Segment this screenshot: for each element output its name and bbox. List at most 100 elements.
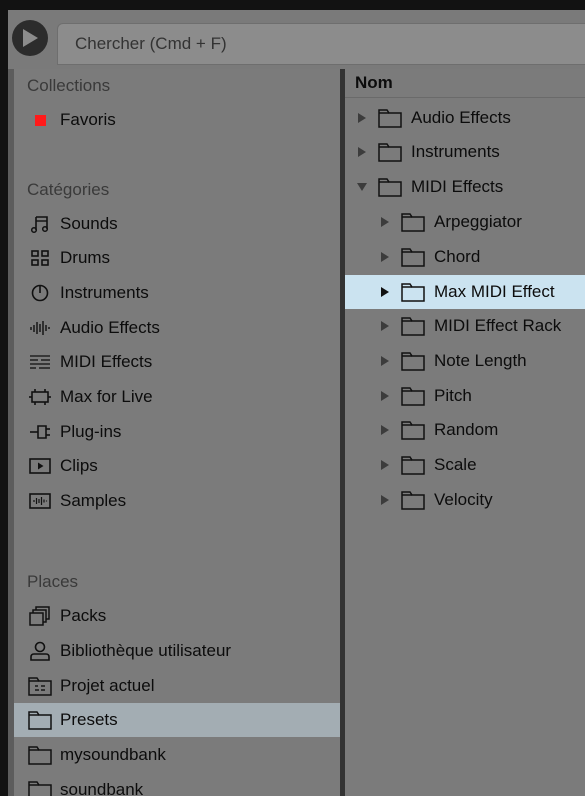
sidebar-item-label: soundbank (60, 780, 144, 796)
places-header: Places (27, 572, 79, 591)
folder-icon (400, 489, 426, 511)
expand-arrow-icon[interactable] (378, 250, 392, 264)
sidebar-item-mysoundbank[interactable]: mysoundbank (14, 738, 340, 772)
clips-icon (24, 449, 56, 483)
sidebar-item-label: Audio Effects (60, 318, 160, 337)
red-square-icon (24, 103, 56, 137)
tree-item-label: Pitch (434, 386, 472, 405)
folder-icon (400, 315, 426, 337)
folder-icon (400, 211, 426, 233)
tree-item-label: Audio Effects (411, 108, 511, 127)
tree-item-midi-effect-rack[interactable]: MIDI Effect Rack (345, 309, 585, 343)
sidebar: Collections Favoris Catégories Sounds Dr… (8, 69, 340, 796)
tree-item-instruments[interactable]: Instruments (345, 135, 585, 169)
expand-arrow-icon[interactable] (378, 423, 392, 437)
tree-item-label: Note Length (434, 351, 527, 370)
top-bar (8, 10, 585, 67)
search-box[interactable] (57, 23, 585, 65)
tree-item-velocity[interactable]: Velocity (345, 483, 585, 517)
drums-icon (24, 241, 56, 275)
tree-item-label: MIDI Effect Rack (434, 316, 562, 335)
browser-window: Collections Favoris Catégories Sounds Dr… (8, 10, 585, 796)
folder-icon (24, 703, 56, 737)
expand-arrow-icon[interactable] (378, 493, 392, 507)
tree-item-label: Velocity (434, 490, 493, 509)
expand-arrow-icon[interactable] (378, 215, 392, 229)
sidebar-item-samples[interactable]: Samples (14, 484, 340, 518)
folder-icon (377, 176, 403, 198)
sidebar-item-label: Projet actuel (60, 676, 155, 695)
tree-item-scale[interactable]: Scale (345, 448, 585, 482)
sidebar-item-label: Packs (60, 606, 107, 625)
tree-item-label: Instruments (411, 142, 500, 161)
sidebar-item-current-project[interactable]: Projet actuel (14, 669, 340, 703)
midi-effects-icon (24, 345, 56, 379)
collections-header: Collections (27, 76, 111, 95)
audio-effects-icon (24, 311, 56, 345)
sidebar-item-label: Presets (60, 710, 118, 729)
tree-item-label: Scale (434, 455, 477, 474)
sidebar-item-sounds[interactable]: Sounds (14, 207, 340, 241)
tree-item-arpeggiator[interactable]: Arpeggiator (345, 205, 585, 239)
folder-icon (24, 738, 56, 772)
folder-icon (24, 773, 56, 796)
plug-ins-icon (24, 415, 56, 449)
tree-item-max-midi-effect[interactable]: Max MIDI Effect (345, 275, 585, 309)
sidebar-item-soundbank[interactable]: soundbank (14, 773, 340, 796)
sidebar-item-packs[interactable]: Packs (14, 599, 340, 633)
tree-item-chord[interactable]: Chord (345, 240, 585, 274)
sidebar-item-favoris[interactable]: Favoris (14, 103, 340, 137)
tree-item-label: MIDI Effects (411, 177, 504, 196)
user-library-icon (24, 634, 56, 668)
tree-item-label: Random (434, 420, 499, 439)
sidebar-item-label: Favoris (60, 110, 116, 129)
expand-arrow-icon[interactable] (378, 285, 392, 299)
sidebar-item-audio-effects[interactable]: Audio Effects (14, 311, 340, 345)
expand-arrow-icon[interactable] (378, 458, 392, 472)
sidebar-item-user-library[interactable]: Bibliothèque utilisateur (14, 634, 340, 668)
folder-icon (400, 281, 426, 303)
categories-header: Catégories (27, 180, 110, 199)
tree-item-audio-effects[interactable]: Audio Effects (345, 101, 585, 135)
search-input[interactable] (58, 24, 585, 64)
packs-icon (24, 599, 56, 633)
sidebar-item-label: Sounds (60, 214, 118, 233)
folder-icon (400, 385, 426, 407)
browser-list: Nom Audio Effects Instruments MIDI Effec… (345, 69, 585, 796)
folder-icon (400, 246, 426, 268)
tree-item-pitch[interactable]: Pitch (345, 379, 585, 413)
tree-item-random[interactable]: Random (345, 413, 585, 447)
expand-arrow-icon[interactable] (355, 111, 369, 125)
sidebar-item-max-for-live[interactable]: Max for Live (14, 380, 340, 414)
samples-icon (24, 484, 56, 518)
column-header-name[interactable]: Nom (345, 69, 585, 98)
sidebar-item-label: mysoundbank (60, 745, 166, 764)
folder-icon (400, 350, 426, 372)
sidebar-item-presets[interactable]: Presets (14, 703, 340, 737)
sounds-icon (24, 207, 56, 241)
sidebar-item-label: Drums (60, 248, 111, 267)
sidebar-item-midi-effects[interactable]: MIDI Effects (14, 345, 340, 379)
tree-item-note-length[interactable]: Note Length (345, 344, 585, 378)
tree-item-label: Chord (434, 247, 481, 266)
expand-arrow-icon[interactable] (378, 354, 392, 368)
collapse-arrow-icon[interactable] (355, 180, 369, 194)
expand-arrow-icon[interactable] (378, 319, 392, 333)
current-project-icon (24, 669, 56, 703)
expand-arrow-icon[interactable] (378, 389, 392, 403)
folder-icon (400, 419, 426, 441)
sidebar-item-label: MIDI Effects (60, 352, 153, 371)
tree-item-midi-effects[interactable]: MIDI Effects (345, 170, 585, 204)
sidebar-item-label: Plug-ins (60, 422, 122, 441)
sidebar-item-instruments[interactable]: Instruments (14, 276, 340, 310)
folder-icon (400, 454, 426, 476)
play-icon (23, 29, 38, 47)
sidebar-item-drums[interactable]: Drums (14, 241, 340, 275)
sidebar-item-plug-ins[interactable]: Plug-ins (14, 415, 340, 449)
sidebar-item-clips[interactable]: Clips (14, 449, 340, 483)
folder-icon (377, 107, 403, 129)
preview-play-button[interactable] (12, 20, 48, 56)
sidebar-item-label: Bibliothèque utilisateur (60, 641, 232, 660)
expand-arrow-icon[interactable] (355, 145, 369, 159)
sidebar-item-label: Instruments (60, 283, 149, 302)
